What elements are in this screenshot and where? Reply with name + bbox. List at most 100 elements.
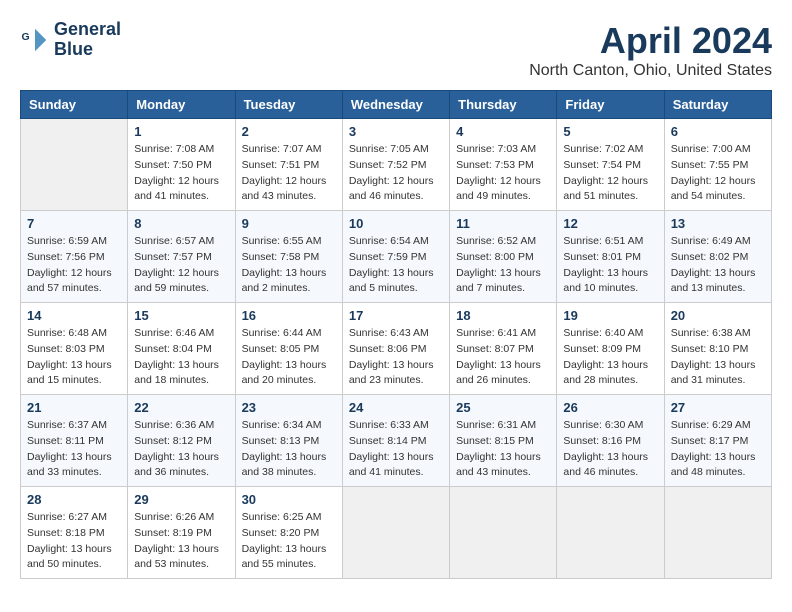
calendar-cell: 9Sunrise: 6:55 AMSunset: 7:58 PMDaylight… — [235, 211, 342, 303]
calendar-cell: 29 Sunrise: 6:26 AMSunset: 8:19 PMDayligh… — [128, 487, 235, 579]
calendar-week-row: 1 Sunrise: 7:08 AMSunset: 7:50 PMDaylight… — [21, 119, 772, 211]
day-info: Sunrise: 6:40 AMSunset: 8:09 PMDaylight:… — [563, 326, 657, 389]
day-info: Sunrise: 6:38 AMSunset: 8:10 PMDaylight:… — [671, 326, 765, 389]
day-number: 17 — [349, 308, 443, 323]
day-number: 1 — [134, 124, 228, 139]
logo-icon: G — [20, 25, 50, 55]
calendar-cell: 6Sunrise: 7:00 AMSunset: 7:55 PMDaylight… — [664, 119, 771, 211]
day-info: Sunrise: 6:44 AMSunset: 8:05 PMDaylight:… — [242, 326, 336, 389]
day-info: Sunrise: 6:46 AMSunset: 8:04 PMDaylight:… — [134, 326, 228, 389]
day-info: Sunrise: 7:05 AMSunset: 7:52 PMDaylight:… — [349, 142, 443, 205]
day-info: Sunrise: 6:52 AMSunset: 8:00 PMDaylight:… — [456, 234, 550, 297]
day-number: 15 — [134, 308, 228, 323]
logo-line1: General — [54, 20, 121, 40]
day-info: Sunrise: 6:37 AMSunset: 8:11 PMDaylight:… — [27, 418, 121, 481]
calendar-cell — [664, 487, 771, 579]
calendar-cell: 13Sunrise: 6:49 AMSunset: 8:02 PMDayligh… — [664, 211, 771, 303]
day-info: Sunrise: 6:26 AMSunset: 8:19 PMDaylight:… — [134, 510, 228, 573]
day-info: Sunrise: 6:55 AMSunset: 7:58 PMDaylight:… — [242, 234, 336, 297]
calendar-cell: 16 Sunrise: 6:44 AMSunset: 8:05 PMDayligh… — [235, 303, 342, 395]
day-number: 7 — [27, 216, 121, 231]
calendar-cell: 20 Sunrise: 6:38 AMSunset: 8:10 PMDayligh… — [664, 303, 771, 395]
day-number: 29 — [134, 492, 228, 507]
logo-text: General Blue — [54, 20, 121, 60]
calendar-cell: 25Sunrise: 6:31 AMSunset: 8:15 PMDayligh… — [450, 395, 557, 487]
day-number: 4 — [456, 124, 550, 139]
day-info: Sunrise: 6:48 AMSunset: 8:03 PMDaylight:… — [27, 326, 121, 389]
calendar-cell: 28 Sunrise: 6:27 AMSunset: 8:18 PMDayligh… — [21, 487, 128, 579]
day-info: Sunrise: 6:57 AMSunset: 7:57 PMDaylight:… — [134, 234, 228, 297]
day-info: Sunrise: 6:36 AMSunset: 8:12 PMDaylight:… — [134, 418, 228, 481]
calendar-cell: 23 Sunrise: 6:34 AMSunset: 8:13 PMDayligh… — [235, 395, 342, 487]
day-number: 16 — [242, 308, 336, 323]
day-number: 3 — [349, 124, 443, 139]
logo: G General Blue — [20, 20, 121, 60]
day-number: 23 — [242, 400, 336, 415]
column-header-tuesday: Tuesday — [235, 91, 342, 119]
day-info: Sunrise: 6:43 AMSunset: 8:06 PMDaylight:… — [349, 326, 443, 389]
calendar-cell: 30 Sunrise: 6:25 AMSunset: 8:20 PMDayligh… — [235, 487, 342, 579]
calendar-cell: 14 Sunrise: 6:48 AMSunset: 8:03 PMDayligh… — [21, 303, 128, 395]
day-info: Sunrise: 6:33 AMSunset: 8:14 PMDaylight:… — [349, 418, 443, 481]
title-area: April 2024 North Canton, Ohio, United St… — [529, 20, 772, 80]
day-info: Sunrise: 7:03 AMSunset: 7:53 PMDaylight:… — [456, 142, 550, 205]
day-number: 11 — [456, 216, 550, 231]
month-title: April 2024 — [529, 20, 772, 62]
day-info: Sunrise: 6:54 AMSunset: 7:59 PMDaylight:… — [349, 234, 443, 297]
calendar-cell — [21, 119, 128, 211]
day-number: 12 — [563, 216, 657, 231]
day-number: 30 — [242, 492, 336, 507]
day-number: 28 — [27, 492, 121, 507]
day-info: Sunrise: 7:08 AMSunset: 7:50 PMDaylight:… — [134, 142, 228, 205]
calendar-table: SundayMondayTuesdayWednesdayThursdayFrid… — [20, 90, 772, 579]
day-number: 22 — [134, 400, 228, 415]
column-header-friday: Friday — [557, 91, 664, 119]
calendar-cell: 7 Sunrise: 6:59 AMSunset: 7:56 PMDaylight… — [21, 211, 128, 303]
calendar-week-row: 21Sunrise: 6:37 AMSunset: 8:11 PMDayligh… — [21, 395, 772, 487]
calendar-cell: 19 Sunrise: 6:40 AMSunset: 8:09 PMDayligh… — [557, 303, 664, 395]
logo-line2: Blue — [54, 40, 121, 60]
svg-text:G: G — [22, 31, 30, 43]
day-number: 26 — [563, 400, 657, 415]
day-info: Sunrise: 6:49 AMSunset: 8:02 PMDaylight:… — [671, 234, 765, 297]
day-info: Sunrise: 6:27 AMSunset: 8:18 PMDaylight:… — [27, 510, 121, 573]
day-number: 19 — [563, 308, 657, 323]
calendar-week-row: 7 Sunrise: 6:59 AMSunset: 7:56 PMDaylight… — [21, 211, 772, 303]
day-number: 14 — [27, 308, 121, 323]
day-number: 25 — [456, 400, 550, 415]
calendar-cell: 3 Sunrise: 7:05 AMSunset: 7:52 PMDaylight… — [342, 119, 449, 211]
day-number: 10 — [349, 216, 443, 231]
calendar-cell: 11 Sunrise: 6:52 AMSunset: 8:00 PMDayligh… — [450, 211, 557, 303]
day-info: Sunrise: 7:02 AMSunset: 7:54 PMDaylight:… — [563, 142, 657, 205]
day-info: Sunrise: 6:41 AMSunset: 8:07 PMDaylight:… — [456, 326, 550, 389]
calendar-cell: 22 Sunrise: 6:36 AMSunset: 8:12 PMDayligh… — [128, 395, 235, 487]
location-title: North Canton, Ohio, United States — [529, 62, 772, 80]
day-info: Sunrise: 6:51 AMSunset: 8:01 PMDaylight:… — [563, 234, 657, 297]
day-number: 6 — [671, 124, 765, 139]
day-info: Sunrise: 6:59 AMSunset: 7:56 PMDaylight:… — [27, 234, 121, 297]
day-number: 20 — [671, 308, 765, 323]
day-number: 5 — [563, 124, 657, 139]
column-header-monday: Monday — [128, 91, 235, 119]
calendar-cell — [450, 487, 557, 579]
day-number: 27 — [671, 400, 765, 415]
column-header-thursday: Thursday — [450, 91, 557, 119]
calendar-header-row: SundayMondayTuesdayWednesdayThursdayFrid… — [21, 91, 772, 119]
calendar-cell: 12 Sunrise: 6:51 AMSunset: 8:01 PMDayligh… — [557, 211, 664, 303]
calendar-cell: 5 Sunrise: 7:02 AMSunset: 7:54 PMDaylight… — [557, 119, 664, 211]
column-header-saturday: Saturday — [664, 91, 771, 119]
day-info: Sunrise: 7:07 AMSunset: 7:51 PMDaylight:… — [242, 142, 336, 205]
day-number: 24 — [349, 400, 443, 415]
column-header-wednesday: Wednesday — [342, 91, 449, 119]
calendar-cell: 18Sunrise: 6:41 AMSunset: 8:07 PMDayligh… — [450, 303, 557, 395]
calendar-week-row: 28 Sunrise: 6:27 AMSunset: 8:18 PMDayligh… — [21, 487, 772, 579]
day-info: Sunrise: 6:34 AMSunset: 8:13 PMDaylight:… — [242, 418, 336, 481]
day-info: Sunrise: 6:25 AMSunset: 8:20 PMDaylight:… — [242, 510, 336, 573]
calendar-cell: 24 Sunrise: 6:33 AMSunset: 8:14 PMDayligh… — [342, 395, 449, 487]
calendar-cell: 8Sunrise: 6:57 AMSunset: 7:57 PMDaylight… — [128, 211, 235, 303]
header: G General Blue April 2024 North Canton, … — [20, 20, 772, 80]
day-info: Sunrise: 6:30 AMSunset: 8:16 PMDaylight:… — [563, 418, 657, 481]
calendar-cell: 21Sunrise: 6:37 AMSunset: 8:11 PMDayligh… — [21, 395, 128, 487]
calendar-cell — [557, 487, 664, 579]
calendar-cell — [342, 487, 449, 579]
